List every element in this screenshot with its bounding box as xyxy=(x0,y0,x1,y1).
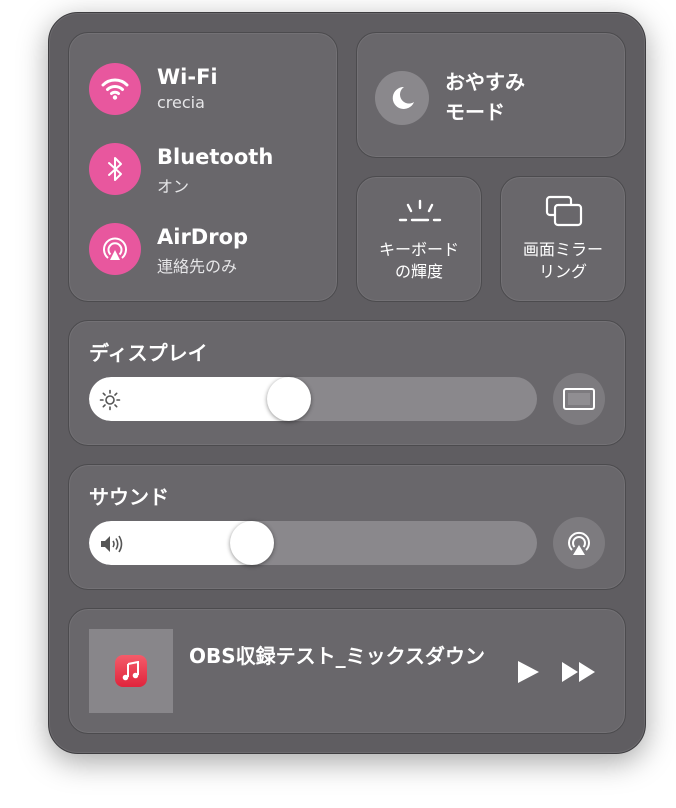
display-brightness-slider[interactable] xyxy=(89,377,537,421)
wifi-network-name: crecia xyxy=(157,93,205,112)
focus-mode-label: おやすみ モード xyxy=(445,67,525,127)
screen-mirroring-label: 画面ミラー リング xyxy=(501,239,625,283)
wifi-icon xyxy=(89,63,141,115)
screen-mirroring-line1: 画面ミラー xyxy=(522,240,603,259)
now-playing-card: OBS収録テスト_ミックスダウン xyxy=(68,608,626,734)
sound-title: サウンド xyxy=(89,485,169,509)
display-card: ディスプレイ xyxy=(68,320,626,446)
airplay-audio-icon xyxy=(568,531,590,555)
control-center-panel: Wi-Fi crecia Bluetooth オン AirDrop 連絡先のみ xyxy=(48,12,646,754)
focus-mode-line2: モード xyxy=(445,100,505,124)
album-art xyxy=(89,629,173,713)
screen-mirroring-line2: リング xyxy=(538,262,587,281)
display-title: ディスプレイ xyxy=(89,341,208,365)
bluetooth-status: オン xyxy=(157,177,190,196)
screen-mirroring-icon xyxy=(545,195,583,227)
focus-mode-line1: おやすみ xyxy=(445,70,525,94)
moon-icon xyxy=(375,71,429,125)
bluetooth-label: Bluetooth xyxy=(157,145,274,169)
play-icon[interactable] xyxy=(515,659,541,685)
focus-mode-button[interactable]: おやすみ モード xyxy=(356,32,626,158)
wifi-label: Wi-Fi xyxy=(157,65,218,89)
keyboard-brightness-line1: キーボード xyxy=(378,240,459,259)
airdrop-status: 連絡先のみ xyxy=(157,257,238,276)
wifi-toggle[interactable]: Wi-Fi crecia xyxy=(89,63,329,117)
speaker-icon xyxy=(101,535,123,553)
airdrop-toggle[interactable]: AirDrop 連絡先のみ xyxy=(89,223,329,277)
keyboard-brightness-line2: の輝度 xyxy=(394,262,443,281)
keyboard-brightness-label: キーボード の輝度 xyxy=(357,239,481,283)
bluetooth-toggle[interactable]: Bluetooth オン xyxy=(89,143,329,197)
keyboard-brightness-icon xyxy=(398,199,442,222)
bluetooth-icon xyxy=(89,143,141,195)
music-app-icon xyxy=(115,655,147,687)
screen-mirroring-button[interactable]: 画面ミラー リング xyxy=(500,176,626,302)
track-title: OBS収録テスト_ミックスダウン xyxy=(189,644,486,668)
volume-slider[interactable] xyxy=(89,521,537,565)
fast-forward-icon[interactable] xyxy=(561,661,597,683)
display-settings-button[interactable] xyxy=(553,373,605,425)
network-card: Wi-Fi crecia Bluetooth オン AirDrop 連絡先のみ xyxy=(68,32,338,302)
display-slider-knob[interactable] xyxy=(266,377,311,421)
airdrop-icon xyxy=(89,223,141,275)
keyboard-brightness-button[interactable]: キーボード の輝度 xyxy=(356,176,482,302)
sun-icon xyxy=(99,389,121,411)
airplay-audio-button[interactable] xyxy=(553,517,605,569)
airdrop-label: AirDrop xyxy=(157,225,249,249)
sound-card: サウンド xyxy=(68,464,626,590)
display-icon xyxy=(563,388,595,410)
